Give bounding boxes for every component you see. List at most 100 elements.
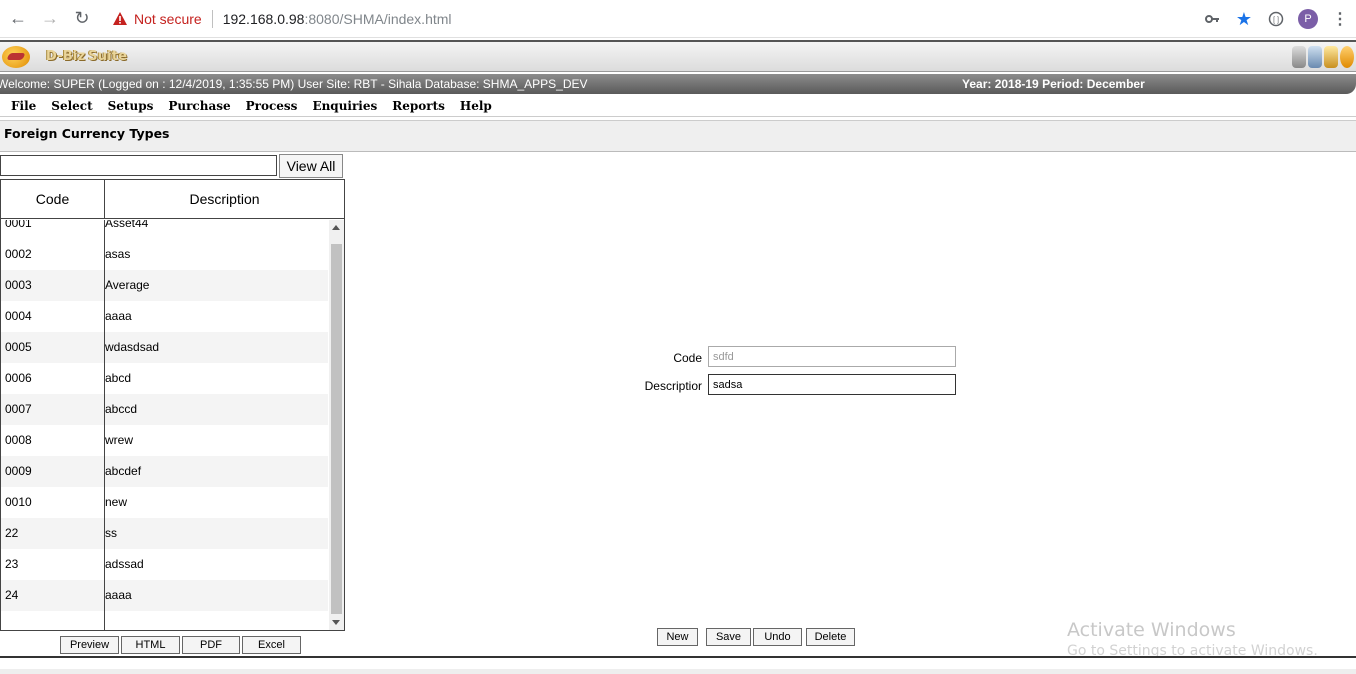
- cell-code: 0005: [5, 340, 32, 354]
- menu-process[interactable]: Process: [246, 99, 298, 113]
- table-row[interactable]: 0006 abcd: [1, 363, 328, 394]
- key-icon[interactable]: [1196, 3, 1228, 35]
- cell-code: 0009: [5, 464, 32, 478]
- welcome-text: Welcome: SUPER (Logged on : 12/4/2019, 1…: [0, 77, 588, 91]
- cell-code: 0008: [5, 433, 32, 447]
- delete-button[interactable]: Delete: [806, 628, 855, 646]
- menu-bar: File Select Setups Purchase Process Enqu…: [0, 95, 1356, 117]
- cell-code: 0003: [5, 278, 32, 292]
- table-row[interactable]: 0002 asas: [1, 239, 328, 270]
- security-label: Not secure: [134, 11, 202, 27]
- view-all-button[interactable]: View All: [279, 154, 343, 178]
- bottom-strip: [0, 669, 1356, 674]
- browser-toolbar: ← → ↻ Not secure 192.168.0.98:8080/SHMA/…: [0, 0, 1356, 38]
- svg-text:[ ]: [ ]: [1273, 17, 1279, 24]
- home-icon[interactable]: [1292, 46, 1306, 68]
- cell-description: abccd: [105, 402, 138, 416]
- cell-code: 0006: [5, 371, 32, 385]
- menu-enquiries[interactable]: Enquiries: [312, 99, 377, 113]
- cell-description: aaaa: [105, 588, 132, 602]
- cell-code: 23: [5, 557, 19, 571]
- cell-description: ss: [105, 526, 117, 540]
- preview-button[interactable]: Preview: [60, 636, 119, 654]
- cell-code: 0002: [5, 247, 32, 261]
- warning-icon: [113, 12, 127, 25]
- table-row[interactable]: 23 adssad: [1, 549, 328, 580]
- scroll-down-icon[interactable]: [332, 620, 340, 625]
- cell-description: asas: [105, 247, 131, 261]
- cell-code: 24: [5, 588, 19, 602]
- page-title-bar: Foreign Currency Types: [0, 120, 1356, 152]
- forward-arrow-icon[interactable]: →: [36, 5, 64, 33]
- kebab-menu-icon[interactable]: ⋮: [1324, 3, 1356, 35]
- menu-help[interactable]: Help: [460, 99, 492, 113]
- bookmark-star-icon[interactable]: ★: [1228, 3, 1260, 35]
- table-row[interactable]: 0004 aaaa: [1, 301, 328, 332]
- url-host: 192.168.0.98: [222, 11, 305, 27]
- table-row[interactable]: 0003 Average: [1, 270, 328, 301]
- cell-description: adssad: [105, 557, 144, 571]
- grid-body: 0001 Asset44 0002 asas 0003 Average 0004 aaa…: [1, 220, 328, 630]
- menu-select[interactable]: Select: [51, 99, 92, 113]
- save-button[interactable]: Save: [706, 628, 751, 646]
- column-header-description[interactable]: Description: [105, 180, 344, 218]
- code-label: Code: [673, 351, 702, 365]
- undo-button[interactable]: Undo: [753, 628, 802, 646]
- cell-description: wdasdsad: [105, 340, 160, 354]
- html-export-button[interactable]: HTML: [121, 636, 180, 654]
- grid-header: Code Description: [1, 180, 344, 219]
- company-logo-icon: [2, 46, 30, 68]
- new-button[interactable]: New: [657, 628, 698, 646]
- extension-icon[interactable]: [ ]: [1260, 3, 1292, 35]
- activation-watermark-title: Activate Windows: [1067, 619, 1236, 641]
- table-row[interactable]: 0005 wdasdsad: [1, 332, 328, 363]
- cell-code: 0007: [5, 402, 32, 416]
- lock-icon[interactable]: [1324, 46, 1338, 68]
- table-row[interactable]: 0009 abcdef: [1, 456, 328, 487]
- cell-description: aaaa: [105, 309, 132, 323]
- welcome-bar: Welcome: SUPER (Logged on : 12/4/2019, 1…: [0, 74, 1356, 94]
- table-row[interactable]: 0010 new: [1, 487, 328, 518]
- search-input[interactable]: [0, 155, 277, 176]
- table-row[interactable]: 22 ss: [1, 518, 328, 549]
- pdf-export-button[interactable]: PDF: [182, 636, 240, 654]
- suite-name: D-Biz Suite: [46, 49, 128, 64]
- cell-description: abcdef: [105, 464, 142, 478]
- scroll-thumb[interactable]: [331, 244, 342, 614]
- menu-file[interactable]: File: [11, 99, 36, 113]
- vertical-scrollbar[interactable]: [329, 220, 344, 630]
- app-banner: D-Biz Suite: [0, 40, 1356, 72]
- cell-description: abcd: [105, 371, 132, 385]
- logout-icon[interactable]: [1340, 46, 1354, 68]
- column-header-code[interactable]: Code: [1, 180, 105, 218]
- menu-reports[interactable]: Reports: [392, 99, 445, 113]
- code-field[interactable]: [708, 346, 956, 367]
- avatar: P: [1298, 9, 1318, 29]
- address-divider: [211, 10, 213, 28]
- url-text: 192.168.0.98:8080/SHMA/index.html: [223, 11, 452, 27]
- back-arrow-icon[interactable]: ←: [4, 5, 32, 33]
- menu-purchase[interactable]: Purchase: [168, 99, 230, 113]
- cell-code: 0004: [5, 309, 32, 323]
- cell-description: new: [105, 495, 128, 509]
- cell-code: 0010: [5, 495, 32, 509]
- menu-setups[interactable]: Setups: [108, 99, 154, 113]
- url-path: :8080/SHMA/index.html: [304, 11, 452, 27]
- description-field[interactable]: [708, 374, 956, 395]
- footer-divider: [0, 656, 1356, 658]
- table-row[interactable]: 24 aaaa: [1, 580, 328, 611]
- cell-code: 22: [5, 526, 19, 540]
- table-row[interactable]: 0001 Asset44: [1, 220, 328, 239]
- page-title: Foreign Currency Types: [4, 126, 170, 141]
- scroll-up-icon[interactable]: [332, 225, 340, 230]
- currency-types-grid: Code Description 0001 Asset44 0002 asas 00…: [0, 179, 345, 631]
- help-icon[interactable]: [1308, 46, 1322, 68]
- address-bar[interactable]: Not secure 192.168.0.98:8080/SHMA/index.…: [104, 5, 1244, 33]
- table-row[interactable]: 0007 abccd: [1, 394, 328, 425]
- table-row[interactable]: 0008 wrew: [1, 425, 328, 456]
- cell-code: 0001: [5, 220, 32, 230]
- cell-description: Asset44: [105, 220, 149, 230]
- reload-icon[interactable]: ↻: [68, 5, 96, 33]
- excel-export-button[interactable]: Excel: [242, 636, 301, 654]
- profile-button[interactable]: P: [1292, 3, 1324, 35]
